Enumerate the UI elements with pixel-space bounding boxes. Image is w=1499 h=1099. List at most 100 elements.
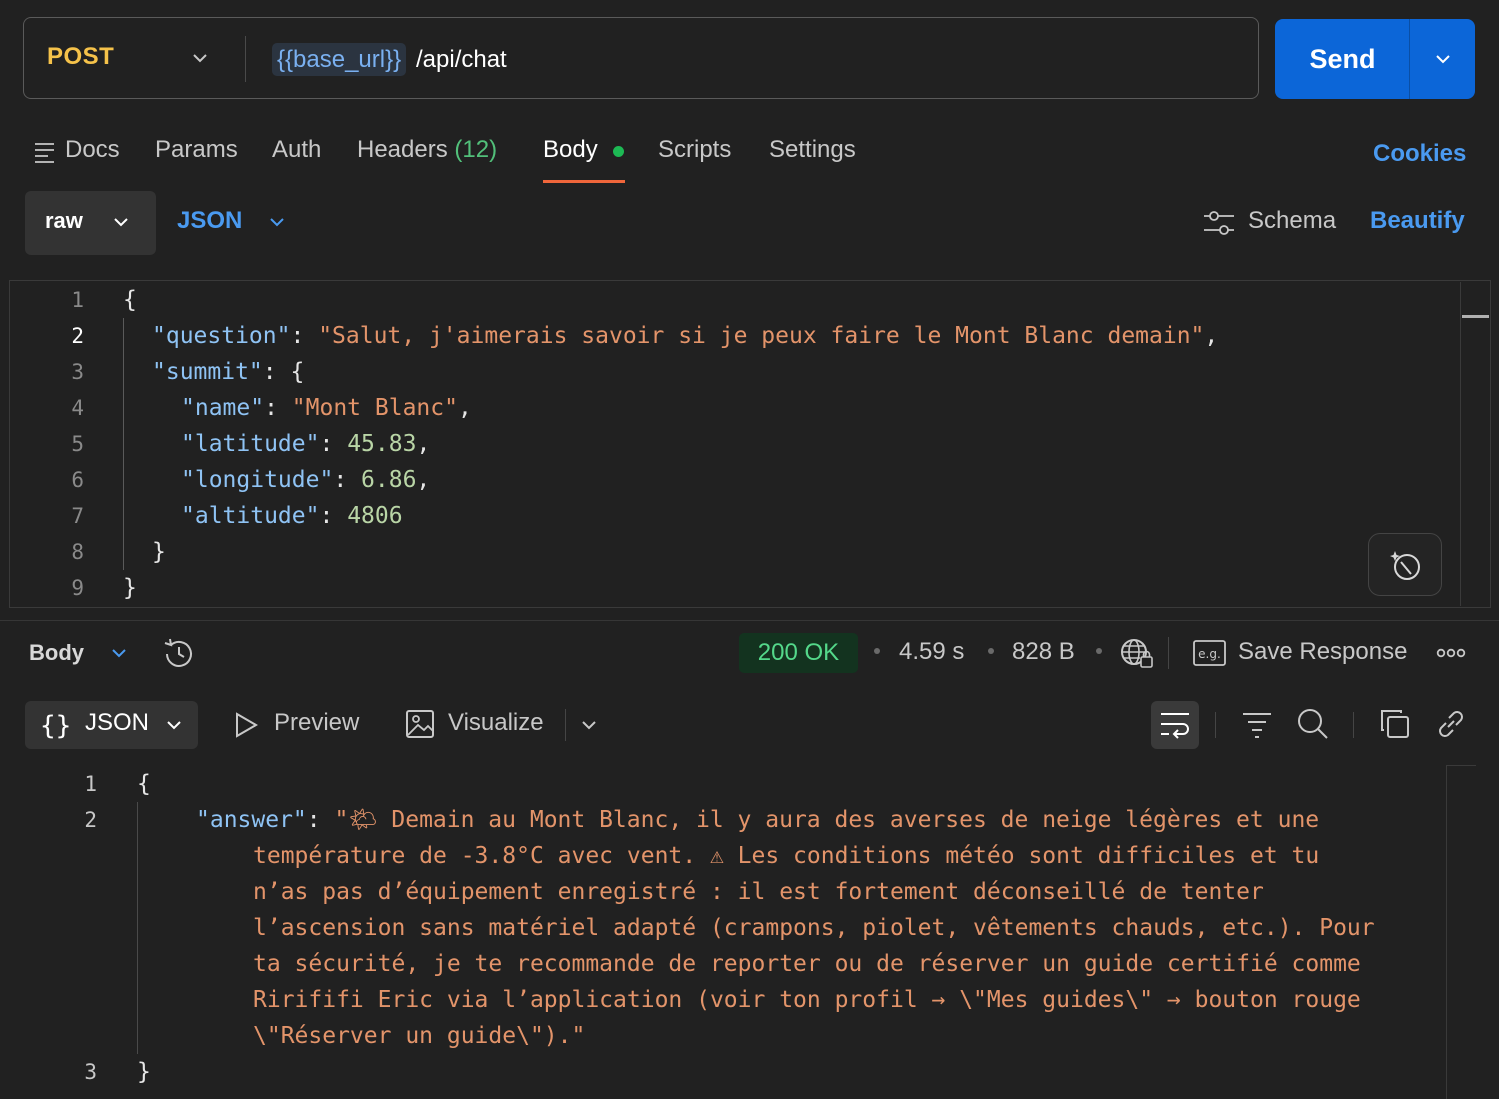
save-response-button[interactable]: Save Response xyxy=(1238,638,1407,666)
code-line: "altitude": 4806 xyxy=(181,503,403,529)
line-number: 1 xyxy=(84,772,97,796)
code-line: } xyxy=(152,539,166,565)
image-icon[interactable] xyxy=(405,709,435,739)
code-line: n’as pas d’équipement enregistré : il es… xyxy=(253,879,1264,905)
line-number: 2 xyxy=(84,808,97,832)
section-divider xyxy=(0,620,1499,621)
tab-settings[interactable]: Settings xyxy=(769,136,856,164)
svg-text:{}: {} xyxy=(40,711,71,741)
search-icon[interactable] xyxy=(1296,707,1330,741)
response-scroll-track xyxy=(1446,765,1447,1099)
copy-icon[interactable] xyxy=(1379,708,1411,740)
tab-auth[interactable]: Auth xyxy=(272,136,321,164)
globe-lock-icon[interactable] xyxy=(1120,637,1154,669)
code-line: température de -3.8°C avec vent. ⚠ Les c… xyxy=(253,843,1320,869)
response-section-label[interactable]: Body xyxy=(29,640,84,666)
example-icon[interactable]: e.g. xyxy=(1193,639,1227,667)
method-select[interactable]: POST xyxy=(47,43,114,71)
tab-headers-label: Headers xyxy=(357,136,448,163)
view-json-label: JSON xyxy=(85,709,150,736)
code-line: "answer": "🌤 Demain au Mont Blanc, il y … xyxy=(196,807,1320,833)
tab-params[interactable]: Params xyxy=(155,136,238,164)
response-time: 4.59 s xyxy=(899,638,965,665)
cookies-link[interactable]: Cookies xyxy=(1373,140,1466,168)
chevron-down-icon[interactable] xyxy=(108,642,130,664)
chevron-down-icon[interactable] xyxy=(162,713,186,737)
tab-active-underline xyxy=(543,180,625,183)
chevron-down-icon[interactable] xyxy=(577,713,601,737)
indent-guide xyxy=(123,318,124,570)
tab-body[interactable]: Body xyxy=(543,136,598,164)
line-number: 1 xyxy=(71,288,84,312)
wrap-icon xyxy=(1159,710,1191,740)
body-modified-indicator xyxy=(613,146,624,157)
line-number: 9 xyxy=(71,576,84,600)
filter-icon[interactable] xyxy=(1241,709,1273,739)
code-line: "summit": { xyxy=(152,359,305,385)
view-preview-tab[interactable]: Preview xyxy=(274,709,359,737)
body-mode-label: raw xyxy=(45,208,83,233)
headers-count-badge: (12) xyxy=(454,136,498,163)
code-line: "longitude": 6.86, xyxy=(181,467,431,493)
line-number: 6 xyxy=(71,468,84,492)
code-line: { xyxy=(123,287,137,313)
ai-assist-button[interactable] xyxy=(1368,533,1442,596)
code-line: "question": "Salut, j'aimerais savoir si… xyxy=(152,323,1219,349)
line-number: 5 xyxy=(71,432,84,456)
meta-separator xyxy=(1096,648,1102,654)
line-number: 3 xyxy=(84,1060,97,1084)
toolbar-separator xyxy=(1215,712,1216,738)
url-variable-chip[interactable]: {{base_url}} xyxy=(272,43,407,76)
response-scroll-track-top xyxy=(1446,765,1476,766)
schema-button[interactable]: Schema xyxy=(1248,207,1336,235)
url-input[interactable]: /api/chat xyxy=(416,43,507,76)
line-number: 8 xyxy=(71,540,84,564)
meta-separator xyxy=(988,648,994,654)
code-line: ta sécurité, je te recommande de reporte… xyxy=(253,951,1361,977)
code-line: } xyxy=(123,575,137,601)
more-icon[interactable] xyxy=(1436,646,1466,660)
chevron-down-icon xyxy=(110,211,132,233)
indent-guide xyxy=(137,802,138,1054)
url-divider xyxy=(245,36,246,82)
toolbar-separator xyxy=(1353,712,1354,738)
braces-icon: {} xyxy=(40,708,74,742)
line-number: 2 xyxy=(71,324,84,348)
line-number: 4 xyxy=(71,396,84,420)
editor-scrollbar-thumb[interactable] xyxy=(1462,315,1489,318)
send-options-chevron-icon[interactable] xyxy=(1431,47,1455,71)
chevron-down-icon[interactable] xyxy=(266,211,288,233)
code-line: { xyxy=(137,771,151,797)
beautify-button[interactable]: Beautify xyxy=(1370,207,1465,235)
status-badge: 200 OK xyxy=(739,633,858,673)
code-line: "latitude": 45.83, xyxy=(181,431,431,457)
view-visualize-tab[interactable]: Visualize xyxy=(448,709,544,737)
line-number: 7 xyxy=(71,504,84,528)
code-line: } xyxy=(137,1059,151,1085)
editor-scroll-track xyxy=(1460,282,1461,606)
code-line: l’ascension sans matériel adapté (crampo… xyxy=(253,915,1375,941)
response-size: 828 B xyxy=(1012,638,1075,665)
docs-list-icon[interactable] xyxy=(34,141,56,163)
line-number: 3 xyxy=(71,360,84,384)
send-divider xyxy=(1409,19,1410,99)
code-line: Rirififi Eric via l’application (voir to… xyxy=(253,987,1361,1013)
tab-docs[interactable]: Docs xyxy=(65,136,120,164)
code-line: \"Réserver un guide\")." xyxy=(253,1023,586,1049)
body-format-select[interactable]: JSON xyxy=(177,207,242,235)
history-icon[interactable] xyxy=(162,637,196,671)
tab-headers[interactable]: Headers (12) xyxy=(357,136,497,164)
play-icon[interactable] xyxy=(234,711,260,739)
toolbar-separator xyxy=(1168,637,1169,669)
tab-scripts[interactable]: Scripts xyxy=(658,136,731,164)
meta-separator xyxy=(874,648,880,654)
schema-sliders-icon[interactable] xyxy=(1202,208,1236,238)
toolbar-separator xyxy=(565,709,566,741)
magic-wand-icon xyxy=(1389,548,1423,582)
chevron-down-icon[interactable] xyxy=(189,47,211,69)
send-button[interactable]: Send xyxy=(1275,19,1410,99)
code-line: "name": "Mont Blanc", xyxy=(181,395,472,421)
link-icon[interactable] xyxy=(1434,707,1468,741)
wrap-lines-button[interactable] xyxy=(1151,701,1199,749)
svg-text:e.g.: e.g. xyxy=(1198,647,1221,661)
